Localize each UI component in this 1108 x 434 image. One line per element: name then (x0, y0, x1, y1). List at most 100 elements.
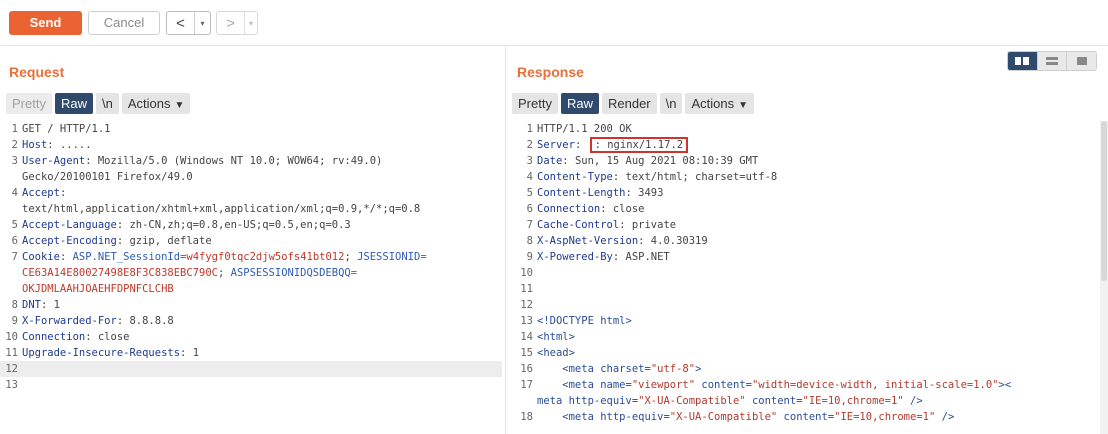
code-token: >< (998, 379, 1012, 391)
code-token: > (695, 363, 702, 375)
tab-request-newline[interactable]: \n (95, 93, 119, 114)
forward-dropdown-icon[interactable]: ▾ (245, 12, 257, 34)
cancel-button[interactable]: Cancel (88, 11, 160, 35)
chevron-down-icon: ▼ (174, 100, 185, 111)
code-token: HTTP/1.1 200 OK (537, 123, 632, 135)
editor-line: 12 (508, 297, 1098, 313)
code-token: ASPSESSIONIDQSDEBQQ (230, 267, 351, 279)
code-token: ; (217, 267, 231, 279)
code-token: : Sun, 15 Aug 2021 08:10:39 GMT (562, 155, 759, 167)
editor-line: 4 Accept: (0, 185, 502, 201)
line-number: 12 (520, 299, 533, 311)
code-token: charset (600, 363, 645, 375)
response-editor[interactable]: 1 HTTP/1.1 200 OK 2 Server: : nginx/1.17.2… (508, 121, 1098, 425)
code-token: : (59, 251, 73, 263)
code-token: : Mozilla/5.0 (Windows NT 10.0; WOW64; r… (85, 155, 383, 167)
response-actions-menu[interactable]: Actions ▼ (685, 93, 755, 114)
forward-arrow-icon[interactable]: > (217, 12, 245, 34)
tab-response-raw[interactable]: Raw (560, 93, 599, 114)
tab-request-raw[interactable]: Raw (54, 93, 93, 114)
single-pane-icon[interactable] (1067, 52, 1096, 70)
line-number: 18 (520, 411, 533, 423)
code-token: ; (344, 251, 358, 263)
code-token: name (600, 379, 626, 391)
editor-line: 17 <meta name="viewport" content="width=… (508, 377, 1098, 393)
split-rows-icon[interactable] (1037, 52, 1068, 70)
split-columns-icon[interactable] (1008, 52, 1038, 70)
history-forward-group: > ▾ (216, 11, 258, 35)
server-version-highlight: : nginx/1.17.2 (589, 137, 689, 153)
editor-line: 2 Host: ..... (0, 137, 502, 153)
request-view-tabs: Pretty Raw \n Actions ▼ (6, 93, 191, 114)
code-token: : close (600, 203, 645, 215)
back-arrow-icon[interactable]: < (167, 12, 195, 34)
response-title: Response (517, 64, 584, 80)
response-actions-label: Actions (691, 96, 735, 111)
editor-line: 11 Upgrade-Insecure-Requests: 1 (0, 345, 502, 361)
code-token: Accept (22, 187, 60, 199)
line-number: 11 (520, 283, 533, 295)
editor-line: 5 Content-Length: 3493 (508, 185, 1098, 201)
code-token: "utf-8" (650, 363, 696, 375)
line-number: 6 (526, 203, 533, 215)
code-token: CE63A14E80027498E8F3C838EBC790C (22, 267, 218, 279)
line-number: 16 (520, 363, 533, 375)
editor-line-wrap: text/html,application/xhtml+xml,applicat… (22, 203, 421, 215)
request-actions-menu[interactable]: Actions ▼ (121, 93, 191, 114)
code-token: /> (935, 411, 955, 423)
editor-line: 13 <!DOCTYPE html> (508, 313, 1098, 329)
line-number: 9 (11, 315, 18, 327)
code-token: : ..... (47, 139, 92, 151)
code-token: =w4fygf0tqc2djw5ofs41bt012 (180, 251, 345, 263)
code-token: X-AspNet-Version (537, 235, 639, 247)
editor-line: 3 User-Agent: Mozilla/5.0 (Windows NT 10.… (0, 153, 502, 169)
code-token: "IE=10,chrome=1" (802, 395, 904, 407)
code-token: Cache-Control (537, 219, 620, 231)
code-token: "viewport" (631, 379, 696, 391)
history-back-group: < ▾ (166, 11, 211, 35)
scrollbar-thumb[interactable] (1101, 121, 1107, 281)
code-token: content (695, 379, 746, 391)
line-number: 12 (5, 363, 18, 375)
send-button[interactable]: Send (9, 11, 82, 35)
back-dropdown-icon[interactable]: ▾ (195, 12, 210, 34)
code-token: JSESSIONID (357, 251, 421, 263)
code-token: : (59, 187, 67, 199)
tab-response-render[interactable]: Render (601, 93, 657, 114)
tab-response-newline[interactable]: \n (659, 93, 683, 114)
code-token: = (420, 251, 427, 263)
code-token: content (777, 411, 828, 423)
editor-line: 6 Connection: close (508, 201, 1098, 217)
line-number: 10 (520, 267, 533, 279)
code-token: : gzip, deflate (116, 235, 212, 247)
line-number: 2 (11, 139, 18, 151)
request-editor[interactable]: 1 GET / HTTP/1.1 2 Host: ..... 3 User-Agent… (0, 121, 502, 393)
code-token: Connection (22, 331, 86, 343)
code-token: Connection (537, 203, 601, 215)
line-number: 6 (11, 235, 18, 247)
editor-line: 13 (0, 377, 502, 393)
line-number: 4 (11, 187, 18, 199)
line-number: 8 (11, 299, 18, 311)
request-title: Request (9, 64, 65, 80)
code-token: Upgrade-Insecure-Requests (22, 347, 181, 359)
tab-request-pretty[interactable]: Pretty (6, 93, 52, 114)
code-token: "X-UA-Compatible" (669, 411, 778, 423)
editor-line: 9 X-Powered-By: ASP.NET (508, 249, 1098, 265)
editor-line: 2 Server: : nginx/1.17.2 (508, 137, 1098, 153)
line-number: 7 (11, 251, 18, 263)
line-number: 8 (526, 235, 533, 247)
pane-divider[interactable] (505, 46, 506, 434)
tab-response-pretty[interactable]: Pretty (512, 93, 558, 114)
response-scrollbar[interactable] (1100, 121, 1108, 434)
code-token: X-Forwarded-For (22, 315, 117, 327)
editor-line: 9 X-Forwarded-For: 8.8.8.8 (0, 313, 502, 329)
code-token: http-equiv (568, 395, 632, 407)
code-token: : ASP.NET (612, 251, 670, 263)
editor-line: 8 DNT: 1 (0, 297, 502, 313)
code-token: : close (85, 331, 130, 343)
toolbar: Send Cancel < ▾ > ▾ (0, 0, 1108, 46)
code-token: GET / HTTP/1.1 (22, 123, 111, 135)
request-actions-label: Actions (127, 96, 171, 111)
code-token: : 1 (180, 347, 200, 359)
